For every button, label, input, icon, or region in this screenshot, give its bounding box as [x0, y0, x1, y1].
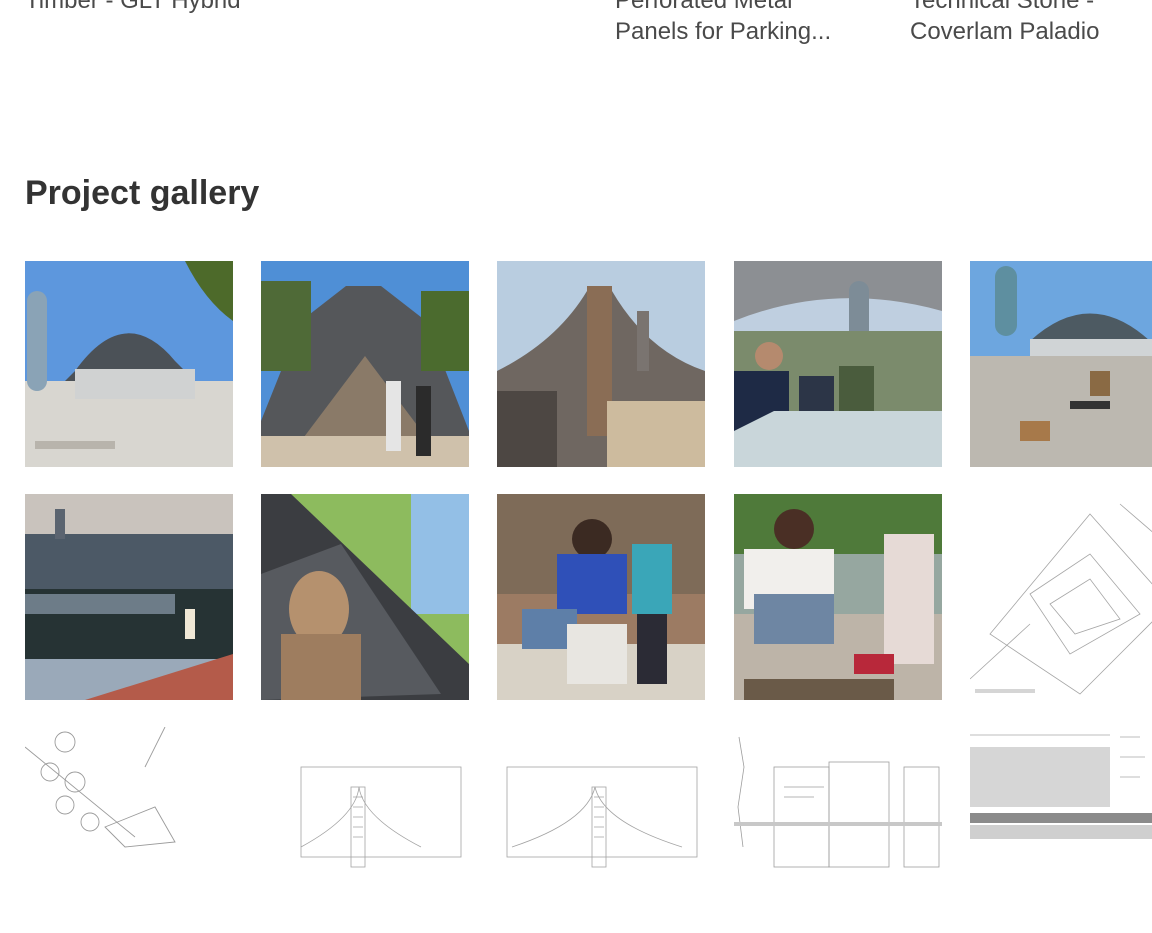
- gallery-drawing-long-section[interactable]: [970, 727, 1152, 933]
- gallery-photo-visitors-at-table[interactable]: [734, 261, 942, 467]
- gallery-photo-woman-child-stool[interactable]: [497, 494, 705, 700]
- gallery-drawing-landscape-plan[interactable]: [25, 727, 233, 933]
- gallery-drawing-site-plan[interactable]: [970, 494, 1152, 700]
- gallery-drawing-elevation-1[interactable]: [261, 727, 469, 933]
- gallery-drawing-section-details[interactable]: [734, 727, 942, 933]
- gallery-drawing-elevation-2[interactable]: [497, 727, 705, 933]
- gallery-photo-plaza-seating[interactable]: [970, 261, 1152, 467]
- gallery-title: Project gallery: [25, 174, 260, 212]
- related-product-2-label[interactable]: Perforated Metal Panels for Parking...: [615, 0, 831, 47]
- related-product-3-label[interactable]: Technical Stone - Coverlam Paladio: [910, 0, 1099, 47]
- gallery-photo-city-dusk-aerial[interactable]: [25, 494, 233, 700]
- related-product-1-label[interactable]: Timber - GLT Hybrid: [25, 0, 241, 16]
- gallery-photo-sculpture-closeup[interactable]: [261, 494, 469, 700]
- gallery-photo-pavilion-arch-visitors[interactable]: [261, 261, 469, 467]
- gallery-photo-tower-pavilion-plaza[interactable]: [25, 261, 233, 467]
- gallery-photo-pavilion-facade-sunset[interactable]: [497, 261, 705, 467]
- gallery-photo-woman-child-crafting[interactable]: [734, 494, 942, 700]
